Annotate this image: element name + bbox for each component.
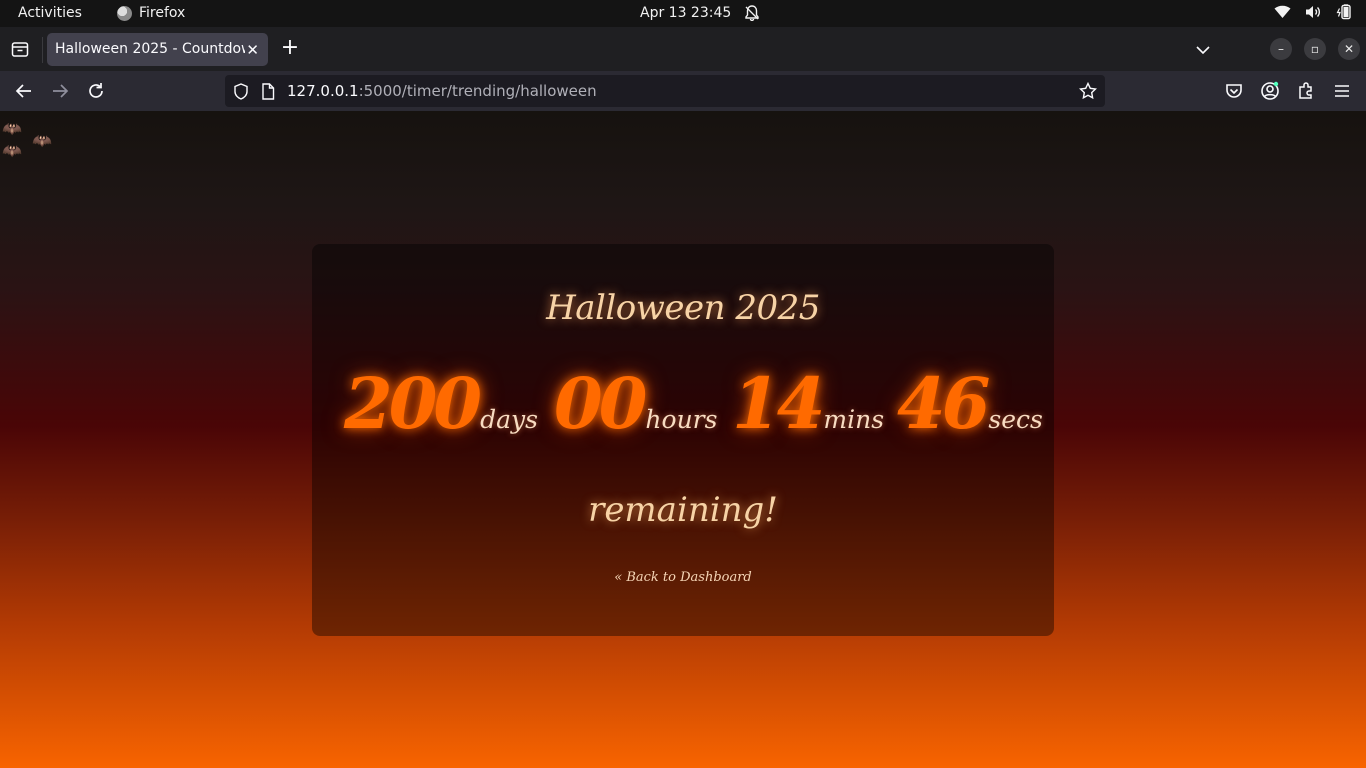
extensions-icon[interactable]	[1296, 81, 1316, 101]
restore-button[interactable]: ▫	[1304, 38, 1326, 60]
tab-title: Halloween 2025 - Countdown	[55, 41, 245, 57]
close-tab-icon[interactable]: ✕	[246, 41, 259, 59]
url-path: :5000/timer/trending/halloween	[358, 82, 597, 100]
secs-label: secs	[988, 405, 1043, 434]
bat-icon: 🦇	[2, 119, 22, 138]
pocket-icon[interactable]	[1224, 81, 1244, 101]
clock-button[interactable]: Apr 13 23:45	[640, 5, 759, 21]
tab-active[interactable]: Halloween 2025 - Countdown ✕	[47, 33, 268, 66]
volume-icon	[1305, 5, 1322, 19]
page-info-icon[interactable]	[261, 83, 275, 104]
account-icon[interactable]	[1260, 81, 1280, 101]
countdown-card: Halloween 2025 200days 00hours 14mins 46…	[312, 244, 1054, 636]
shield-icon[interactable]	[233, 83, 249, 104]
reload-icon[interactable]	[86, 81, 106, 101]
secs-value: 46	[897, 362, 990, 445]
countdown-hours: 00hours	[554, 362, 717, 445]
countdown-days: 200days	[344, 362, 538, 445]
countdown-display: 200days 00hours 14mins 46secs	[344, 362, 1044, 452]
minimize-button[interactable]: –	[1270, 38, 1292, 60]
battery-icon	[1336, 4, 1352, 20]
page-viewport: 🦇 🦇 🦇 Halloween 2025 200days 00hours 14m…	[0, 111, 1366, 768]
page-title: Halloween 2025	[546, 288, 820, 328]
forward-arrow-icon[interactable]	[50, 81, 70, 101]
url-text[interactable]: 127.0.0.1:5000/timer/trending/halloween	[287, 82, 597, 100]
firefox-view-icon[interactable]	[10, 39, 30, 59]
mins-value: 14	[732, 362, 825, 445]
star-icon[interactable]	[1078, 81, 1098, 104]
browser-nav-bar: 127.0.0.1:5000/timer/trending/halloween	[0, 71, 1366, 111]
bat-icon: 🦇	[2, 141, 22, 160]
mins-label: mins	[823, 405, 885, 434]
countdown-secs: 46secs	[897, 362, 1043, 445]
hours-label: hours	[645, 405, 718, 434]
countdown-mins: 14mins	[732, 362, 884, 445]
bell-icon	[745, 5, 759, 21]
wifi-icon	[1274, 5, 1291, 19]
system-tray[interactable]	[1274, 4, 1352, 20]
days-value: 200	[344, 362, 482, 445]
bat-icon: 🦇	[32, 131, 52, 150]
menu-icon[interactable]	[1332, 81, 1352, 101]
tab-divider	[42, 37, 43, 63]
app-name: Firefox	[139, 5, 186, 21]
new-tab-button[interactable]: +	[280, 37, 300, 61]
hours-value: 00	[554, 362, 647, 445]
firefox-icon	[117, 5, 132, 21]
browser-tab-bar: Halloween 2025 - Countdown ✕ + – ▫ ✕	[0, 27, 1366, 71]
back-to-dashboard-link[interactable]: « Back to Dashboard	[312, 570, 1054, 585]
activities-button[interactable]: Activities	[18, 5, 82, 21]
clock-text: Apr 13 23:45	[640, 5, 732, 21]
system-top-bar: Activities Firefox Apr 13 23:45	[0, 0, 1366, 27]
back-arrow-icon[interactable]	[14, 81, 34, 101]
close-window-button[interactable]: ✕	[1338, 38, 1360, 60]
days-label: days	[480, 405, 538, 434]
remaining-text: remaining!	[588, 490, 778, 530]
url-host: 127.0.0.1	[287, 82, 359, 100]
app-menu[interactable]: Firefox	[117, 5, 185, 21]
url-bar[interactable]: 127.0.0.1:5000/timer/trending/halloween	[225, 75, 1105, 107]
chevron-down-icon[interactable]	[1196, 40, 1210, 59]
